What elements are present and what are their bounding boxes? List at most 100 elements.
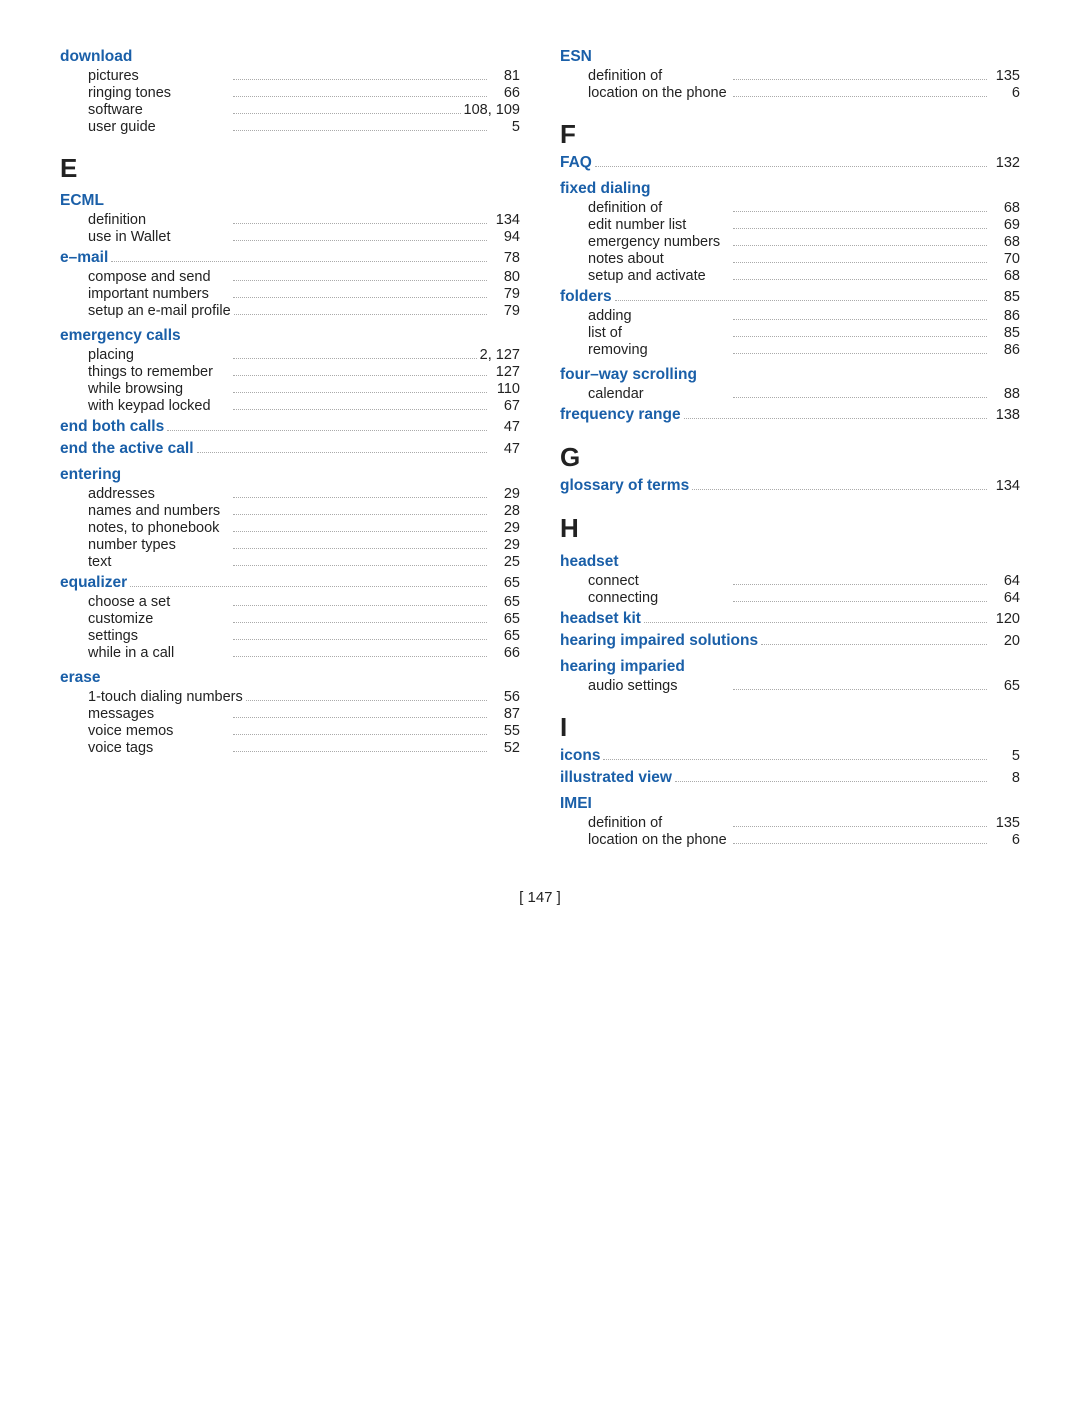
entry-label: calendar <box>560 386 730 402</box>
list-item: location on the phone 6 <box>560 85 1020 101</box>
folders-header-row: folders 85 <box>560 288 1020 306</box>
dots <box>684 418 987 419</box>
dots <box>733 262 987 263</box>
page-num: 68 <box>990 268 1020 284</box>
headset-kit-header: headset kit <box>560 610 641 628</box>
dots <box>233 240 487 241</box>
page-num: 69 <box>990 217 1020 233</box>
ecml-section: ECML definition 134 use in Wallet 94 <box>60 192 520 245</box>
entry-label: definition <box>60 212 230 228</box>
list-item: definition of 135 <box>560 815 1020 831</box>
dots <box>733 353 987 354</box>
headset-header: headset <box>560 553 1020 571</box>
page-num: 5 <box>990 748 1020 764</box>
list-item: use in Wallet 94 <box>60 229 520 245</box>
four-way-scrolling-header: four–way scrolling <box>560 366 1020 384</box>
dots <box>246 700 487 701</box>
entry-label: setup an e-mail profile <box>60 303 231 319</box>
list-item: audio settings 65 <box>560 678 1020 694</box>
icons-header-row: icons 5 <box>560 747 1020 765</box>
list-item: notes about 70 <box>560 251 1020 267</box>
emergency-calls-header: emergency calls <box>60 327 520 345</box>
list-item: placing 2, 127 <box>60 347 520 363</box>
end-active-call-section: end the active call 47 <box>60 440 520 458</box>
dots <box>233 113 461 114</box>
end-active-call-row: end the active call 47 <box>60 440 520 458</box>
entry-label: connect <box>560 573 730 589</box>
dots <box>733 826 987 827</box>
page-num: 94 <box>490 229 520 245</box>
erase-section: erase 1-touch dialing numbers 56 message… <box>60 669 520 756</box>
page-num: 68 <box>990 234 1020 250</box>
emergency-calls-section: emergency calls placing 2, 127 things to… <box>60 327 520 414</box>
dots <box>733 211 987 212</box>
page-num: 66 <box>490 645 520 661</box>
page-num: 134 <box>990 478 1020 494</box>
page-num: 65 <box>490 594 520 610</box>
page-num: 64 <box>990 590 1020 606</box>
entry-label: notes about <box>560 251 730 267</box>
list-item: removing 86 <box>560 342 1020 358</box>
entry-label: important numbers <box>60 286 230 302</box>
dots <box>733 843 987 844</box>
left-column: download pictures 81 ringing tones 66 so… <box>60 40 520 849</box>
page-num: 2, 127 <box>480 347 520 363</box>
dots <box>111 261 487 262</box>
imei-section: IMEI definition of 135 location on the p… <box>560 795 1020 848</box>
page-num: 65 <box>490 611 520 627</box>
dots <box>233 548 487 549</box>
list-item: 1-touch dialing numbers 56 <box>60 689 520 705</box>
dots <box>603 759 987 760</box>
entry-label: number types <box>60 537 230 553</box>
dots <box>234 314 487 315</box>
entry-label: emergency numbers <box>560 234 730 250</box>
dots <box>733 397 987 398</box>
dots <box>692 489 987 490</box>
entry-label: messages <box>60 706 230 722</box>
entry-label: edit number list <box>560 217 730 233</box>
list-item: list of 85 <box>560 325 1020 341</box>
page-num: 65 <box>490 628 520 644</box>
page-num: 5 <box>490 119 520 135</box>
glossary-header: glossary of terms <box>560 477 689 495</box>
dots <box>733 96 987 97</box>
list-item: definition of 135 <box>560 68 1020 84</box>
page-num: 86 <box>990 308 1020 324</box>
dots <box>167 430 487 431</box>
dots <box>733 279 987 280</box>
equalizer-header-row: equalizer 65 <box>60 574 520 592</box>
glossary-section: glossary of terms 134 <box>560 477 1020 495</box>
end-both-calls-section: end both calls 47 <box>60 418 520 436</box>
list-item: software 108, 109 <box>60 102 520 118</box>
entry-label: definition of <box>560 68 730 84</box>
page-num: 29 <box>490 520 520 536</box>
entry-label: definition of <box>560 815 730 831</box>
page-num: 79 <box>490 303 520 319</box>
entry-label: settings <box>60 628 230 644</box>
page-footer: [ 147 ] <box>60 889 1020 906</box>
list-item: text 25 <box>60 554 520 570</box>
page-num: 66 <box>490 85 520 101</box>
letter-h: H <box>560 513 1020 544</box>
list-item: ringing tones 66 <box>60 85 520 101</box>
dots <box>233 514 487 515</box>
hearing-imparied-header: hearing imparied <box>560 658 1020 676</box>
list-item: connect 64 <box>560 573 1020 589</box>
hearing-impaired-solutions-section: hearing impaired solutions 20 <box>560 632 1020 650</box>
list-item: emergency numbers 68 <box>560 234 1020 250</box>
dots <box>233 280 487 281</box>
page-num: 81 <box>490 68 520 84</box>
dots <box>733 319 987 320</box>
entering-header: entering <box>60 466 520 484</box>
page-num: 29 <box>490 486 520 502</box>
email-section: e–mail 78 compose and send 80 important … <box>60 249 520 319</box>
page-num: 135 <box>990 68 1020 84</box>
dots <box>233 639 487 640</box>
page-num: 134 <box>490 212 520 228</box>
faq-header-row: FAQ 132 <box>560 154 1020 172</box>
email-header-row: e–mail 78 <box>60 249 520 267</box>
dots <box>233 751 487 752</box>
page-num: 85 <box>990 289 1020 305</box>
faq-section: FAQ 132 <box>560 154 1020 172</box>
email-header: e–mail <box>60 249 108 267</box>
